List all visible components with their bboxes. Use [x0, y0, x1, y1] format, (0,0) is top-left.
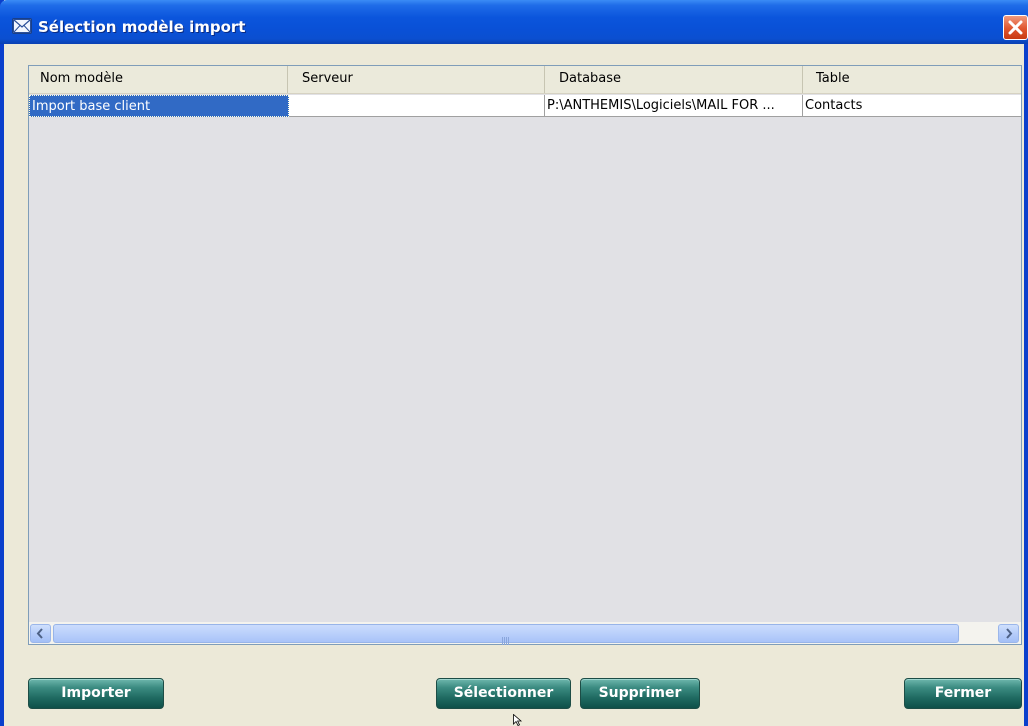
scrollbar-thumb[interactable] — [53, 624, 959, 645]
grid-header: Nom modèle Serveur Database Table — [29, 66, 1021, 94]
dialog-window: Sélection modèle import Nom modèle Serve… — [0, 0, 1028, 726]
mail-envelope-icon — [12, 18, 32, 34]
cell-nom-modele[interactable]: Import base client — [29, 95, 289, 117]
table-row[interactable]: Import base client P:\ANTHEMIS\Logiciels… — [29, 95, 1021, 117]
importer-button[interactable]: Importer — [28, 678, 164, 709]
scroll-left-button[interactable] — [30, 624, 51, 643]
cell-serveur[interactable] — [289, 95, 545, 117]
title-bar[interactable]: Sélection modèle import — [0, 0, 1028, 44]
column-header-nom-modele[interactable]: Nom modèle — [29, 66, 288, 93]
scroll-right-icon — [1006, 628, 1013, 639]
import-models-grid[interactable]: Nom modèle Serveur Database Table Import… — [28, 65, 1022, 645]
column-header-serveur[interactable]: Serveur — [288, 66, 545, 93]
window-title: Sélection modèle import — [38, 18, 246, 36]
column-header-table[interactable]: Table — [803, 66, 1021, 93]
scroll-right-button[interactable] — [998, 624, 1019, 643]
fermer-button[interactable]: Fermer — [904, 678, 1022, 709]
close-window-button[interactable] — [1003, 15, 1028, 40]
scroll-left-icon — [36, 628, 43, 639]
horizontal-scrollbar[interactable] — [29, 622, 1021, 645]
mouse-cursor-icon — [513, 714, 523, 726]
grip-icon — [502, 630, 512, 645]
column-header-database[interactable]: Database — [545, 66, 803, 93]
close-icon — [1008, 20, 1023, 35]
selectionner-button[interactable]: Sélectionner — [436, 678, 571, 709]
cell-table[interactable]: Contacts — [803, 95, 1021, 117]
cell-database[interactable]: P:\ANTHEMIS\Logiciels\MAIL FOR ... — [545, 95, 803, 117]
supprimer-button[interactable]: Supprimer — [580, 678, 700, 709]
